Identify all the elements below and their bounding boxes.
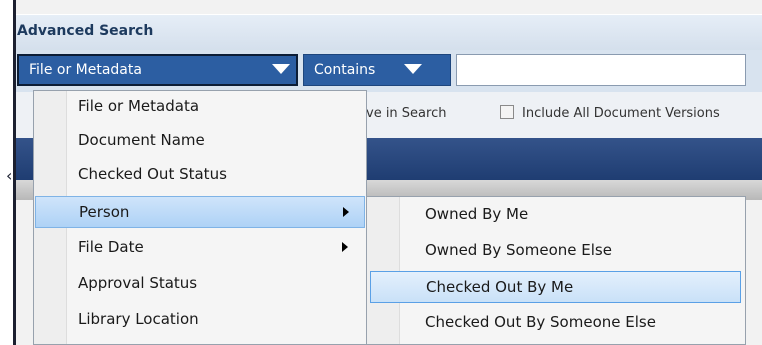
- search-query-input[interactable]: [456, 54, 746, 86]
- include-versions-checkbox[interactable]: [500, 105, 514, 119]
- menu-item-label: Library Location: [78, 310, 199, 328]
- submenu-item-checked-out-by-me[interactable]: Checked Out By Me: [370, 271, 741, 303]
- submenu-item-label: Owned By Someone Else: [425, 241, 612, 259]
- field-dropdown[interactable]: File or Metadata: [17, 54, 298, 86]
- operator-dropdown[interactable]: Contains: [303, 54, 451, 86]
- person-submenu: Owned By Me Owned By Someone Else Checke…: [366, 196, 746, 345]
- chevron-down-icon[interactable]: [272, 64, 290, 74]
- submenu-item-checked-out-by-someone-else[interactable]: Checked Out By Someone Else: [370, 307, 741, 339]
- submenu-item-owned-by-someone-else[interactable]: Owned By Someone Else: [370, 235, 741, 267]
- menu-item-label: Checked Out Status: [78, 165, 227, 183]
- menu-item-file-or-metadata[interactable]: File or Metadata: [35, 91, 365, 123]
- menu-item-library-location[interactable]: Library Location: [35, 304, 365, 336]
- submenu-item-label: Checked Out By Someone Else: [425, 313, 656, 331]
- menu-item-label: Approval Status: [78, 274, 198, 292]
- chevron-down-icon[interactable]: [404, 64, 422, 74]
- menu-item-label: Person: [79, 203, 130, 221]
- include-versions-label: Include All Document Versions: [522, 106, 720, 121]
- menu-item-approval-status[interactable]: Approval Status: [35, 268, 365, 300]
- menu-item-checked-out-status[interactable]: Checked Out Status: [35, 159, 365, 191]
- menu-item-person[interactable]: Person: [35, 196, 365, 228]
- chevron-right-icon: [342, 242, 348, 252]
- menu-item-label: File Date: [78, 238, 144, 256]
- partial-glyph: ‹: [6, 166, 13, 185]
- menu-item-label: File or Metadata: [78, 97, 200, 115]
- submenu-item-label: Owned By Me: [425, 205, 529, 223]
- submenu-item-label: Checked Out By Me: [426, 278, 574, 296]
- menu-item-document-name[interactable]: Document Name: [35, 125, 365, 157]
- operator-dropdown-value: Contains: [314, 62, 376, 78]
- field-dropdown-value: File or Metadata: [29, 62, 142, 78]
- submenu-item-owned-by-me[interactable]: Owned By Me: [370, 199, 741, 231]
- panel-title: Advanced Search: [17, 23, 154, 39]
- field-dropdown-menu: File or Metadata Document Name Checked O…: [33, 90, 367, 345]
- chevron-right-icon: [343, 207, 349, 217]
- menu-item-label: Document Name: [78, 131, 205, 149]
- menu-item-file-date[interactable]: File Date: [35, 232, 365, 264]
